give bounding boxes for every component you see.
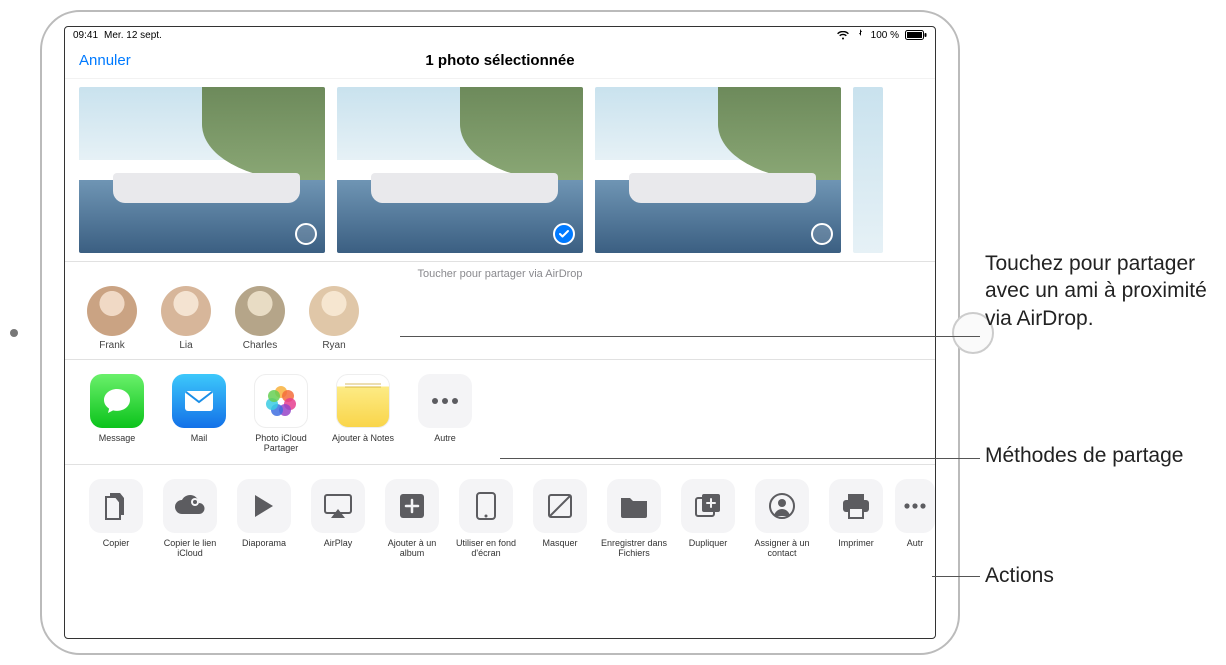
action-label: Utiliser en fond d'écran	[456, 538, 516, 558]
app-label: Photo iCloud Partager	[255, 433, 307, 453]
wifi-icon	[837, 31, 849, 40]
photo-thumb[interactable]	[337, 87, 583, 253]
battery-icon	[855, 29, 865, 42]
camera-dot	[10, 329, 18, 337]
callout-line	[932, 576, 980, 577]
action-label: Enregistrer dans Fichiers	[601, 538, 667, 558]
action-hide[interactable]: Masquer	[525, 479, 595, 559]
actions-row: Copier Copier le lien iCloud Diaporama A…	[65, 465, 935, 567]
action-label: Copier	[103, 538, 130, 548]
nav-bar: Annuler 1 photo sélectionnée	[65, 43, 935, 79]
battery-level-icon	[905, 30, 927, 40]
ipad-frame: 09:41 Mer. 12 sept. 100 % Annuler 1 phot…	[40, 10, 960, 655]
avatar	[161, 286, 211, 336]
avatar	[309, 286, 359, 336]
app-label: Ajouter à Notes	[332, 433, 394, 443]
action-label: Dupliquer	[689, 538, 728, 548]
callout-line	[500, 458, 980, 459]
wallpaper-icon	[459, 479, 513, 533]
action-label: Imprimer	[838, 538, 874, 548]
share-app-notes[interactable]: Ajouter à Notes	[327, 374, 399, 454]
add-album-icon	[385, 479, 439, 533]
contact-name: Frank	[99, 340, 125, 351]
photo-thumb[interactable]	[79, 87, 325, 253]
selection-badge[interactable]	[811, 223, 833, 245]
more-icon	[418, 374, 472, 428]
photos-row	[65, 79, 935, 262]
mail-icon	[172, 374, 226, 428]
contact-icon	[755, 479, 809, 533]
share-app-mail[interactable]: Mail	[163, 374, 235, 454]
airdrop-contact[interactable]: Charles	[229, 286, 291, 351]
duplicate-icon	[681, 479, 735, 533]
avatar	[87, 286, 137, 336]
folder-icon	[607, 479, 661, 533]
app-label: Autre	[434, 433, 456, 443]
action-label: Copier le lien iCloud	[164, 538, 217, 558]
apps-row: Message Mail	[65, 360, 935, 465]
contact-name: Ryan	[322, 340, 345, 351]
app-label: Mail	[191, 433, 208, 443]
play-icon	[237, 479, 291, 533]
action-airplay[interactable]: AirPlay	[303, 479, 373, 559]
airdrop-contact[interactable]: Lia	[155, 286, 217, 351]
callout-actions: Actions	[985, 562, 1054, 589]
cloud-link-icon	[163, 479, 217, 533]
action-copy-icloud-link[interactable]: Copier le lien iCloud	[155, 479, 225, 559]
action-add-to-album[interactable]: Ajouter à un album	[377, 479, 447, 559]
action-label: AirPlay	[324, 538, 353, 548]
status-date: Mer. 12 sept.	[104, 30, 162, 41]
action-save-to-files[interactable]: Enregistrer dans Fichiers	[599, 479, 669, 559]
screen: 09:41 Mer. 12 sept. 100 % Annuler 1 phot…	[64, 26, 936, 639]
photo-thumb[interactable]	[595, 87, 841, 253]
share-app-icloud-photo[interactable]: Photo iCloud Partager	[245, 374, 317, 454]
action-label: Ajouter à un album	[388, 538, 437, 558]
action-copy[interactable]: Copier	[81, 479, 151, 559]
action-print[interactable]: Imprimer	[821, 479, 891, 559]
status-time: 09:41	[73, 30, 98, 41]
page-title: 1 photo sélectionnée	[65, 52, 935, 69]
printer-icon	[829, 479, 883, 533]
app-label: Message	[99, 433, 136, 443]
callout-share-methods: Méthodes de partage	[985, 442, 1205, 469]
action-label: Masquer	[542, 538, 577, 548]
action-slideshow[interactable]: Diaporama	[229, 479, 299, 559]
message-icon	[90, 374, 144, 428]
selection-badge-checked[interactable]	[553, 223, 575, 245]
contact-name: Lia	[179, 340, 192, 351]
action-label: Autr	[907, 538, 924, 548]
airdrop-contact[interactable]: Ryan	[303, 286, 365, 351]
notes-icon	[336, 374, 390, 428]
selection-badge[interactable]	[295, 223, 317, 245]
ellipsis-icon	[895, 479, 935, 533]
callout-line	[400, 336, 980, 337]
hide-icon	[533, 479, 587, 533]
airdrop-contact[interactable]: Frank	[81, 286, 143, 351]
share-app-more[interactable]: Autre	[409, 374, 481, 454]
action-more[interactable]: Autr	[895, 479, 935, 559]
avatar	[235, 286, 285, 336]
action-assign-contact[interactable]: Assigner à un contact	[747, 479, 817, 559]
action-label: Diaporama	[242, 538, 286, 548]
airdrop-hint: Toucher pour partager via AirDrop	[65, 262, 935, 282]
status-battery: 100 %	[871, 30, 899, 41]
contact-name: Charles	[243, 340, 277, 351]
airplay-icon	[311, 479, 365, 533]
copy-icon	[89, 479, 143, 533]
action-wallpaper[interactable]: Utiliser en fond d'écran	[451, 479, 521, 559]
photos-icon	[254, 374, 308, 428]
action-label: Assigner à un contact	[754, 538, 809, 558]
callout-airdrop: Touchez pour partager avec un ami à prox…	[985, 250, 1215, 332]
status-bar: 09:41 Mer. 12 sept. 100 %	[65, 27, 935, 43]
photo-thumb-peek[interactable]	[853, 87, 883, 253]
share-app-message[interactable]: Message	[81, 374, 153, 454]
airdrop-row: Frank Lia Charles Ryan	[65, 282, 935, 360]
action-duplicate[interactable]: Dupliquer	[673, 479, 743, 559]
cancel-button[interactable]: Annuler	[79, 52, 131, 69]
